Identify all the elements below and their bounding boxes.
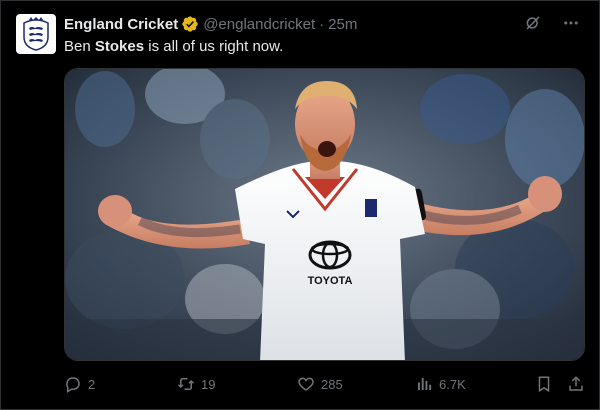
shirt-sponsor-text: TOYOTA [308,275,353,287]
grok-icon[interactable] [523,13,543,33]
heart-icon [298,377,314,391]
tweet-photo[interactable]: TOYOTA [64,68,585,361]
reply-button[interactable]: 2 [64,375,177,393]
tweet-text-post: is all of us right now. [144,38,284,55]
tweet-header: England Cricket @englandcricket · 25m [64,14,579,34]
verified-gold-badge-icon [181,15,199,33]
avatar[interactable] [16,14,56,54]
views-count: 6.7K [439,376,466,392]
author-handle[interactable]: @englandcricket [203,16,315,33]
timestamp[interactable]: 25m [328,16,357,33]
tweet-secondary-actions [535,375,585,393]
views-button[interactable]: 6.7K [415,375,528,393]
tweet-card[interactable]: England Cricket @englandcricket · 25m Be… [0,0,600,410]
more-icon[interactable] [561,13,581,33]
tweet-text: Ben Stokes is all of us right now. [64,38,283,55]
retweet-button[interactable]: 19 [177,375,297,393]
tweet-top-actions [523,13,581,33]
like-count: 285 [321,376,343,392]
reply-count: 2 [88,376,96,392]
photo-celebrating-cricketer: TOYOTA [65,69,584,360]
tweet-text-bold: Stokes [94,38,145,55]
tweet-text-pre: Ben [64,38,95,55]
reply-icon [66,377,80,393]
retweet-icon [177,378,195,390]
england-crest-icon [23,17,49,51]
views-icon [418,378,432,390]
like-button[interactable]: 285 [297,375,415,393]
share-icon[interactable] [567,375,585,393]
separator-dot: · [319,15,325,33]
author-name[interactable]: England Cricket [64,16,178,33]
retweet-count: 19 [201,376,216,392]
tweet-actions: 2 19 285 6.7K [64,373,585,395]
bookmark-icon[interactable] [535,375,553,393]
